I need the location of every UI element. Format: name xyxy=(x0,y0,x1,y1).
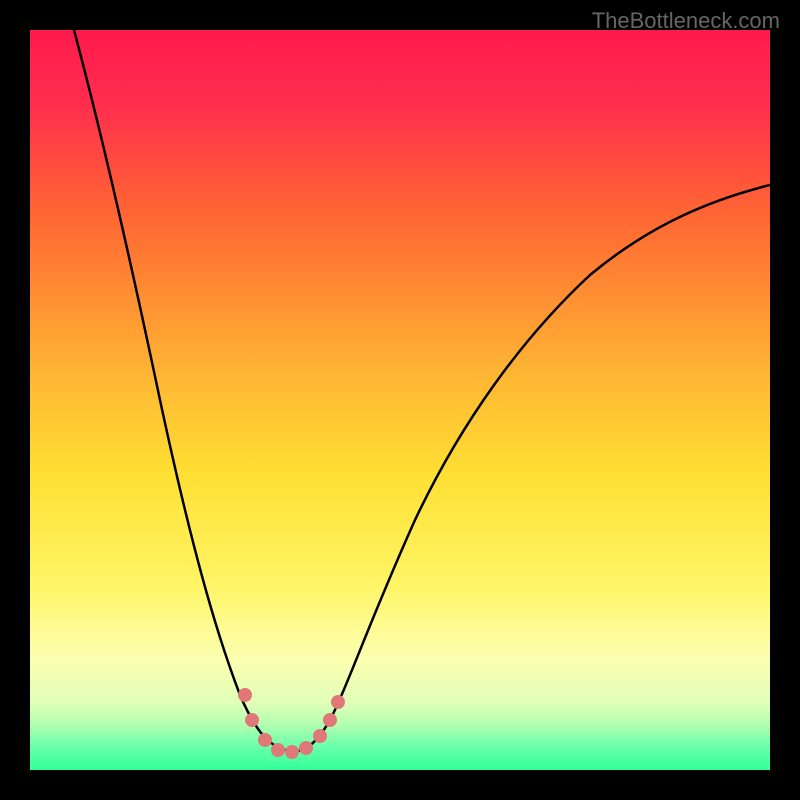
chart-plot-area xyxy=(30,30,770,770)
data-marker xyxy=(271,743,285,757)
data-marker xyxy=(313,729,327,743)
data-marker xyxy=(238,688,252,702)
data-marker xyxy=(258,733,272,747)
curve-markers xyxy=(238,688,345,759)
bottleneck-curve-path xyxy=(74,30,770,751)
bottleneck-curve-svg xyxy=(30,30,770,770)
data-marker xyxy=(285,745,299,759)
data-marker xyxy=(331,695,345,709)
data-marker xyxy=(299,741,313,755)
watermark-text: TheBottleneck.com xyxy=(592,8,780,34)
data-marker xyxy=(245,713,259,727)
data-marker xyxy=(323,713,337,727)
